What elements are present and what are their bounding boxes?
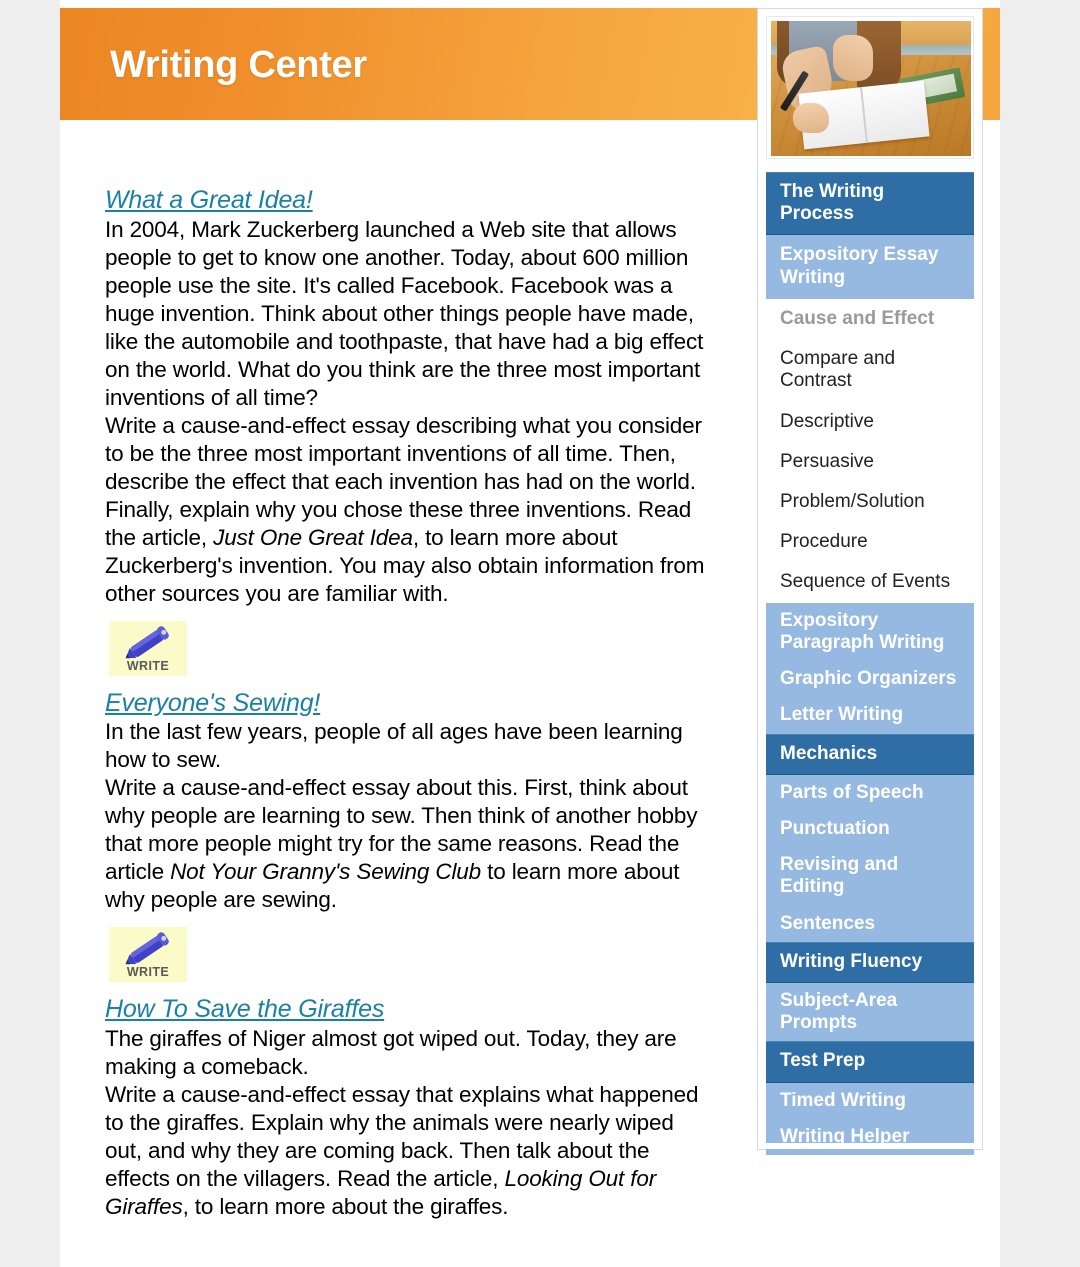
sidebar-item-sequence-of-events[interactable]: Sequence of Events — [766, 562, 974, 603]
entry-intro: In 2004, Mark Zuckerberg launched a Web … — [105, 216, 704, 410]
entry-prompt-post: , to learn more about the giraffes. — [182, 1193, 509, 1219]
sidebar-item-descriptive[interactable]: Descriptive — [766, 401, 974, 442]
sidebar-filler — [766, 1143, 974, 1149]
sidebar-item-compare-and-contrast[interactable]: Compare and Contrast — [766, 339, 974, 402]
entry-intro: In the last few years, people of all age… — [105, 719, 683, 772]
sidebar-item-sentences[interactable]: Sentences — [766, 905, 974, 942]
entry-title-link[interactable]: What a Great Idea! — [105, 186, 313, 216]
sidebar-item-cause-and-effect[interactable]: Cause and Effect — [766, 298, 974, 340]
main-content: What a Great Idea! In 2004, Mark Zuckerb… — [105, 186, 705, 1227]
entry-intro: The giraffes of Niger almost got wiped o… — [105, 1025, 677, 1079]
sidebar-item-timed-writing[interactable]: Timed Writing — [766, 1082, 974, 1119]
sidebar-item-letter-writing[interactable]: Letter Writing — [766, 697, 974, 734]
page-container: Writing Center What a Great Idea! In 200… — [60, 0, 1000, 1267]
sidebar-item-expository-paragraph-writing[interactable]: Expository Paragraph Writing — [766, 602, 974, 662]
sidebar: The Writing Process Expository Essay Wri… — [757, 8, 983, 1156]
sidebar-item-graphic-organizers[interactable]: Graphic Organizers — [766, 661, 974, 698]
entry-article-title: Just One Great Idea — [213, 524, 413, 550]
sidebar-item-subject-area-prompts[interactable]: Subject-Area Prompts — [766, 983, 974, 1042]
sidebar-nav: The Writing Process Expository Essay Wri… — [766, 172, 974, 1156]
sidebar-item-the-writing-process[interactable]: The Writing Process — [766, 172, 974, 236]
entry-prompt: Write a cause-and-effect essay that expl… — [105, 1081, 705, 1221]
sidebar-photo-frame — [766, 16, 974, 159]
sidebar-item-parts-of-speech[interactable]: Parts of Speech — [766, 774, 974, 811]
entry-title-link[interactable]: Everyone's Sewing! — [105, 689, 320, 719]
sidebar-item-writing-helper[interactable]: Writing Helper — [766, 1118, 974, 1156]
sidebar-item-persuasive[interactable]: Persuasive — [766, 441, 974, 482]
write-button[interactable]: WRITE — [109, 620, 187, 676]
sidebar-item-procedure[interactable]: Procedure — [766, 522, 974, 563]
girl-writing-in-notebook-photo — [771, 21, 971, 156]
sidebar-item-punctuation[interactable]: Punctuation — [766, 810, 974, 848]
sidebar-item-revising-and-editing[interactable]: Revising and Editing — [766, 847, 974, 906]
entry-article-title: Not Your Granny's Sewing Club — [170, 859, 482, 884]
write-button-label: WRITE — [126, 965, 170, 979]
page-title: Writing Center — [110, 44, 367, 86]
prompt-entry: What a Great Idea! In 2004, Mark Zuckerb… — [105, 186, 705, 676]
entry-title-link[interactable]: How To Save the Giraffes — [105, 995, 384, 1025]
write-button[interactable]: WRITE — [109, 927, 187, 982]
entry-prompt: Write a cause-and-effect essay about thi… — [105, 774, 705, 914]
sidebar-item-problem-solution[interactable]: Problem/Solution — [766, 481, 974, 523]
entry-prompt: Write a cause-and-effect essay describin… — [105, 412, 705, 608]
prompt-entry: Everyone's Sewing! In the last few years… — [105, 689, 705, 982]
prompt-entry: How To Save the Giraffes The giraffes of… — [105, 995, 705, 1221]
sidebar-item-writing-fluency[interactable]: Writing Fluency — [766, 941, 974, 984]
sidebar-item-test-prep[interactable]: Test Prep — [766, 1041, 974, 1083]
sidebar-item-mechanics[interactable]: Mechanics — [766, 733, 974, 775]
write-button-label: WRITE — [126, 658, 170, 673]
sidebar-item-expository-essay-writing[interactable]: Expository Essay Writing — [766, 235, 974, 299]
